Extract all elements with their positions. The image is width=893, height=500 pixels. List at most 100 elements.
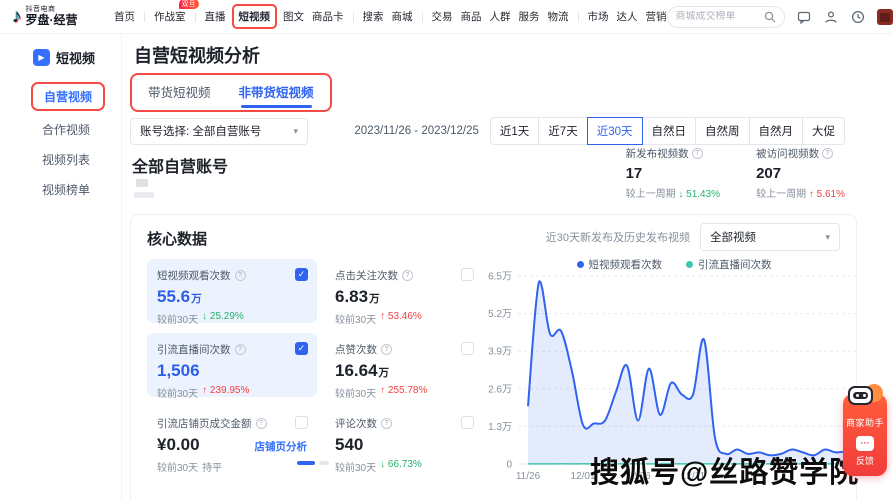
metric-card-live-referrals[interactable]: 引流直播间次数?✓1,506较前30天↑ 239.95% xyxy=(147,333,317,397)
sidebar-section-header: ▶ 短视频 xyxy=(0,48,121,67)
brand-logo[interactable]: ♪ 抖音电商 罗盘·经营 xyxy=(12,6,114,27)
account-select-value: 账号选择: 全部自营账号 xyxy=(140,123,261,139)
topnav-icons xyxy=(797,10,865,24)
page-title: 自营短视频分析 xyxy=(134,42,260,68)
nav-divider xyxy=(195,12,196,22)
metric-checkbox[interactable] xyxy=(461,342,474,355)
nav-item-logistics[interactable]: 物流 xyxy=(548,7,569,26)
history-clock-icon[interactable] xyxy=(851,10,865,24)
sidebar-item-self-video[interactable]: 自营视频 xyxy=(31,82,105,111)
sidebar-item-coop-video[interactable]: 合作视频 xyxy=(42,118,90,141)
metric-card-compare: 较前30天↑ 239.95% xyxy=(157,385,307,400)
account-meta-redacted xyxy=(136,179,148,187)
metric-cards-column-2: 点击关注次数?6.83万较前30天↑ 53.46%点赞次数?16.64万较前30… xyxy=(325,259,483,471)
feedback-label[interactable]: 反馈 xyxy=(856,454,874,467)
nav-item-home[interactable]: 首页 xyxy=(114,7,135,26)
metric-card-compare: 较前30天持平 xyxy=(157,459,307,474)
nav-item-mall[interactable]: 商城 xyxy=(392,7,413,26)
metric-value-unit: 万 xyxy=(191,291,202,306)
assistant-label[interactable]: 商家助手 xyxy=(846,416,884,429)
video-select[interactable]: 全部视频 ▾ xyxy=(700,223,840,251)
message-icon[interactable] xyxy=(797,10,811,24)
info-icon: ? xyxy=(402,270,413,281)
video-filter-label: 近30天新发布及历史发布视频 xyxy=(546,229,690,245)
metric-card-compare: 较前30天↓ 25.29% xyxy=(157,311,307,326)
sidebar-item-video-rank[interactable]: 视频榜单 xyxy=(42,178,90,201)
nav-item-product[interactable]: 商品 xyxy=(461,7,482,26)
metric-checkbox[interactable]: ✓ xyxy=(295,268,308,281)
date-preset-buttons: 近1天近7天近30天自然日自然周自然月大促 xyxy=(491,117,845,145)
date-preset-1[interactable]: 近7天 xyxy=(538,117,587,145)
douyin-note-icon: ♪ xyxy=(12,7,22,26)
account-select[interactable]: 账号选择: 全部自营账号 ▾ xyxy=(130,118,308,145)
nav-item-war-room[interactable]: 作战室双旦 xyxy=(154,7,186,26)
metric-card-compare: 较前30天↑ 53.46% xyxy=(335,311,473,326)
sidebar-item-video-list[interactable]: 视频列表 xyxy=(42,148,90,171)
metric-card-video-views[interactable]: 短视频观看次数?✓55.6万较前30天↓ 25.29% xyxy=(147,259,317,323)
legend-item-0[interactable]: 短视频观看次数 xyxy=(577,257,663,272)
avatar[interactable] xyxy=(877,9,893,25)
legend-dot xyxy=(577,261,584,268)
svg-text:2.6万: 2.6万 xyxy=(488,384,512,395)
nav-item-service[interactable]: 服务 xyxy=(519,7,540,26)
legend-label: 引流直播间次数 xyxy=(698,257,772,272)
nav-item-trade[interactable]: 交易 xyxy=(432,7,453,26)
tab-without-goods[interactable]: 非带货短视频 xyxy=(239,82,314,110)
chevron-down-icon: ▾ xyxy=(293,126,298,137)
nav-item-short-video[interactable]: 短视频 xyxy=(232,4,278,29)
metric-cards-column-1: 短视频观看次数?✓55.6万较前30天↓ 25.29%引流直播间次数?✓1,50… xyxy=(147,259,317,471)
metric-checkbox[interactable] xyxy=(295,416,308,429)
nav-item-talent[interactable]: 达人 xyxy=(617,7,638,26)
tab-with-goods[interactable]: 带货短视频 xyxy=(148,82,211,110)
info-icon: ? xyxy=(235,344,246,355)
nav-item-image-text[interactable]: 图文 xyxy=(283,7,304,26)
metric-card-delta: ↓ 25.29% xyxy=(202,311,244,326)
topnav-search-box[interactable] xyxy=(667,6,785,28)
account-section-title: 全部自营账号 xyxy=(132,153,228,177)
date-range-label[interactable]: 2023/11/26 - 2023/12/25 xyxy=(354,125,478,137)
nav-item-product-card[interactable]: 商品卡 xyxy=(312,7,344,26)
metric-card-likes[interactable]: 点赞次数?16.64万较前30天↑ 255.78% xyxy=(325,333,483,397)
carousel-dot-active[interactable] xyxy=(297,461,315,465)
stat-label: 新发布视频数? xyxy=(626,146,720,161)
search-input[interactable] xyxy=(676,11,760,22)
metric-card-follow-clicks[interactable]: 点击关注次数?6.83万较前30天↑ 53.46% xyxy=(325,259,483,323)
metric-value-number: 6.83 xyxy=(335,287,368,307)
date-preset-0[interactable]: 近1天 xyxy=(490,117,539,145)
date-preset-3[interactable]: 自然日 xyxy=(642,117,697,145)
date-preset-5[interactable]: 自然月 xyxy=(749,117,804,145)
search-icon[interactable] xyxy=(764,11,776,23)
metric-card-title: 短视频观看次数 xyxy=(157,268,231,283)
info-icon: ? xyxy=(822,148,833,159)
metric-checkbox[interactable] xyxy=(461,268,474,281)
date-preset-4[interactable]: 自然周 xyxy=(695,117,750,145)
chevron-down-icon: ▾ xyxy=(825,232,830,243)
metric-value-unit: 万 xyxy=(369,291,380,306)
user-icon[interactable] xyxy=(824,10,838,24)
stat-compare: 较上一周期 ↑ 5.61% xyxy=(756,185,845,200)
nav-item-search[interactable]: 搜索 xyxy=(363,7,384,26)
metric-card-delta: ↑ 255.78% xyxy=(380,385,427,400)
metric-card-shop-page-gmv[interactable]: 引流店铺页成交金额?¥0.00店铺页分析较前30天持平 xyxy=(147,407,317,471)
legend-item-1[interactable]: 引流直播间次数 xyxy=(686,257,772,272)
date-preset-2[interactable]: 近30天 xyxy=(587,117,643,145)
date-preset-6[interactable]: 大促 xyxy=(802,117,845,145)
nav-item-live[interactable]: 直播 xyxy=(205,7,226,26)
metric-card-value: ¥0.00店铺页分析 xyxy=(157,435,307,455)
nav-item-audience[interactable]: 人群 xyxy=(490,7,511,26)
video-select-value: 全部视频 xyxy=(710,229,756,245)
metric-card-title: 点赞次数 xyxy=(335,342,377,357)
nav-item-market[interactable]: 市场 xyxy=(588,7,609,26)
metric-checkbox[interactable]: ✓ xyxy=(295,342,308,355)
shop-page-analysis-link[interactable]: 店铺页分析 xyxy=(255,439,308,454)
metric-card-comments[interactable]: 评论次数?540较前30天↓ 66.73% xyxy=(325,407,483,471)
stat-value: 17 xyxy=(626,165,720,182)
carousel-dot[interactable] xyxy=(319,461,329,465)
metric-checkbox[interactable] xyxy=(461,416,474,429)
promo-badge: 双旦 xyxy=(179,0,199,9)
metric-card-compare: 较前30天↑ 255.78% xyxy=(335,385,473,400)
feedback-chat-icon[interactable]: ··· xyxy=(856,436,874,451)
nav-item-marketing[interactable]: 营销 xyxy=(646,7,667,26)
merchant-assistant-widget[interactable]: 商家助手 ··· 反馈 xyxy=(843,394,887,476)
stat-value: 207 xyxy=(756,165,845,182)
